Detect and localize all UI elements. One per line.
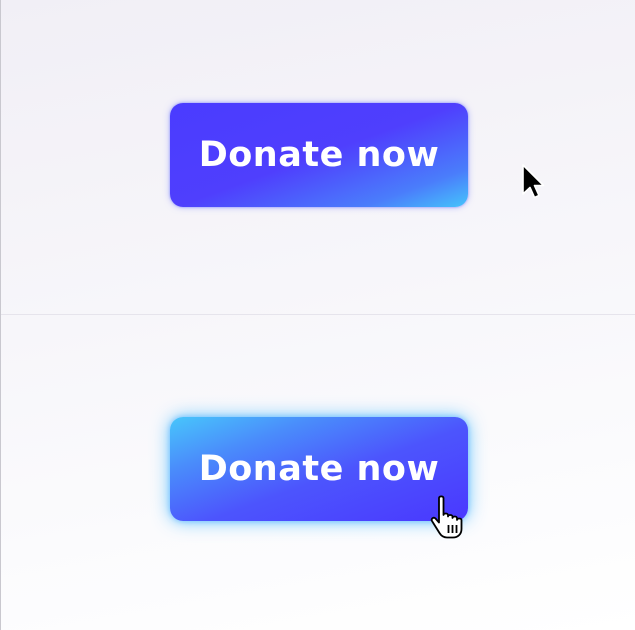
hand-pointer-icon [430, 495, 463, 539]
arrow-pointer-icon [522, 164, 545, 199]
donate-now-button[interactable]: Donate now [170, 103, 468, 207]
donate-now-button-hover[interactable]: Donate now [170, 417, 468, 521]
